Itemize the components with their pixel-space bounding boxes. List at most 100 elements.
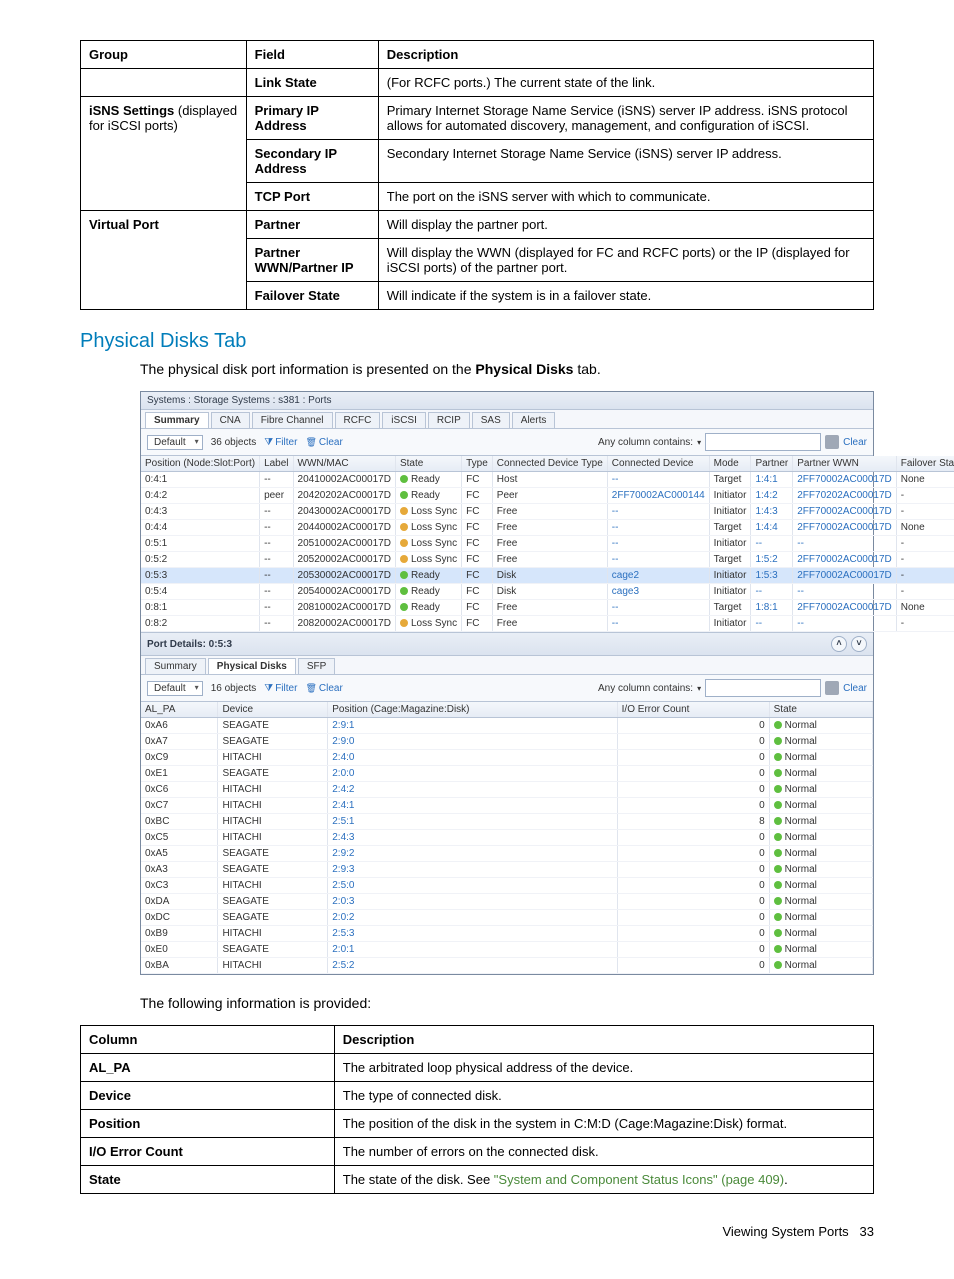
col-header[interactable]: State — [769, 702, 872, 718]
view-dropdown[interactable]: Default — [147, 435, 203, 450]
col-header[interactable]: Failover State — [896, 456, 954, 472]
table-row[interactable]: 0:8:1--20810002AC00017DReadyFCFree--Targ… — [141, 600, 954, 616]
th-desc2: Description — [334, 1026, 873, 1054]
disks-grid[interactable]: AL_PADevicePosition (Cage:Magazine:Disk)… — [141, 702, 873, 974]
xref-link[interactable]: "System and Component Status Icons" (pag… — [494, 1172, 784, 1187]
filter-link[interactable]: Filter — [264, 437, 297, 448]
detail-clear-search-link[interactable]: Clear — [843, 683, 867, 694]
coldesc-cell: The number of errors on the connected di… — [334, 1138, 873, 1166]
table-row[interactable]: 0:5:4--20540002AC00017DReadyFCDiskcage3I… — [141, 584, 954, 600]
colname-cell: Position — [81, 1110, 335, 1138]
clear-icon — [305, 683, 318, 694]
col-header[interactable]: Position (Cage:Magazine:Disk) — [328, 702, 617, 718]
col-header[interactable]: Partner WWN — [793, 456, 897, 472]
collapse-up-icon[interactable]: ˄ — [831, 636, 847, 652]
desc-cell: Will display the WWN (displayed for FC a… — [378, 239, 873, 282]
coldesc-cell: The arbitrated loop physical address of … — [334, 1054, 873, 1082]
section-heading: Physical Disks Tab — [80, 330, 874, 353]
group-field-table: Group Field Description Link State(For R… — [80, 40, 874, 310]
table-row[interactable]: 0xE1SEAGATE2:0:00Normal — [141, 766, 873, 782]
column-desc-table: Column Description AL_PAThe arbitrated l… — [80, 1025, 874, 1194]
table-row[interactable]: 0xBCHITACHI2:5:18Normal — [141, 814, 873, 830]
desc-cell: The port on the iSNS server with which t… — [378, 183, 873, 211]
tab-physical-disks[interactable]: Physical Disks — [208, 658, 296, 674]
group-cell — [81, 69, 247, 97]
colname-cell: Device — [81, 1082, 335, 1110]
table-row[interactable]: 0:4:4--20440002AC00017DLoss SyncFCFree--… — [141, 520, 954, 536]
tab-cna[interactable]: CNA — [211, 412, 250, 428]
table-row[interactable]: 0xDCSEAGATE2:0:20Normal — [141, 910, 873, 926]
detail-view-dropdown[interactable]: Default — [147, 681, 203, 696]
col-header[interactable]: Position (Node:Slot:Port) — [141, 456, 260, 472]
collapse-down-icon[interactable]: ˅ — [851, 636, 867, 652]
table-row[interactable]: 0:4:3--20430002AC00017DLoss SyncFCFree--… — [141, 504, 954, 520]
table-row[interactable]: 0:8:2--20820002AC00017DLoss SyncFCFree--… — [141, 616, 954, 632]
desc-cell: Will indicate if the system is in a fail… — [378, 282, 873, 310]
table-row[interactable]: 0:5:2--20520002AC00017DLoss SyncFCFree--… — [141, 552, 954, 568]
desc-cell: Secondary Internet Storage Name Service … — [378, 140, 873, 183]
detail-filter-link[interactable]: Filter — [264, 683, 297, 694]
table-row[interactable]: 0xC5HITACHI2:4:30Normal — [141, 830, 873, 846]
tab-rcfc[interactable]: RCFC — [335, 412, 381, 428]
table-row[interactable]: 0xC3HITACHI2:5:00Normal — [141, 878, 873, 894]
table-row[interactable]: 0xC9HITACHI2:4:00Normal — [141, 750, 873, 766]
table-row[interactable]: 0xC7HITACHI2:4:10Normal — [141, 798, 873, 814]
speech-icon[interactable] — [825, 681, 839, 695]
table-row[interactable]: 0xB9HITACHI2:5:30Normal — [141, 926, 873, 942]
field-cell: TCP Port — [246, 183, 378, 211]
intro-text-1: The physical disk port information is pr… — [140, 361, 874, 377]
colname-cell: State — [81, 1166, 335, 1194]
tab-iscsi[interactable]: iSCSI — [382, 412, 426, 428]
table-row[interactable]: 0xBAHITACHI2:5:20Normal — [141, 958, 873, 974]
colname-cell: I/O Error Count — [81, 1138, 335, 1166]
tab-sfp[interactable]: SFP — [298, 658, 335, 674]
col-header[interactable]: AL_PA — [141, 702, 218, 718]
col-header[interactable]: Mode — [709, 456, 751, 472]
detail-search-input[interactable] — [705, 679, 821, 697]
tab-alerts[interactable]: Alerts — [512, 412, 556, 428]
speech-icon[interactable] — [825, 435, 839, 449]
group-cell: Virtual Port — [81, 211, 247, 310]
col-header[interactable]: Connected Device — [607, 456, 709, 472]
col-header[interactable]: Partner — [751, 456, 793, 472]
col-header[interactable]: Device — [218, 702, 328, 718]
col-header[interactable]: State — [395, 456, 461, 472]
table-row[interactable]: 0:5:1--20510002AC00017DLoss SyncFCFree--… — [141, 536, 954, 552]
desc-cell: Will display the partner port. — [378, 211, 873, 239]
tab-fibre-channel[interactable]: Fibre Channel — [252, 412, 333, 428]
table-row[interactable]: 0xC6HITACHI2:4:20Normal — [141, 782, 873, 798]
col-header[interactable]: I/O Error Count — [617, 702, 769, 718]
search-input[interactable] — [705, 433, 821, 451]
table-row[interactable]: 0xA3SEAGATE2:9:30Normal — [141, 862, 873, 878]
col-header[interactable]: WWN/MAC — [293, 456, 395, 472]
coldesc-cell: The type of connected disk. — [334, 1082, 873, 1110]
col-header[interactable]: Label — [260, 456, 293, 472]
intro-text-2: The following information is provided: — [140, 995, 874, 1011]
table-row[interactable]: 0xA5SEAGATE2:9:20Normal — [141, 846, 873, 862]
ports-grid[interactable]: Position (Node:Slot:Port)LabelWWN/MACSta… — [141, 456, 954, 632]
tab-summary[interactable]: Summary — [145, 412, 209, 428]
clear-link[interactable]: Clear — [305, 437, 342, 448]
col-header[interactable]: Type — [462, 456, 493, 472]
desc-cell: Primary Internet Storage Name Service (i… — [378, 97, 873, 140]
table-row[interactable]: 0:5:3--20530002AC00017DReadyFCDiskcage2I… — [141, 568, 954, 584]
detail-object-count: 16 objects — [211, 683, 257, 694]
detail-any-col-label: Any column contains: — [598, 683, 693, 694]
th-desc: Description — [378, 41, 873, 69]
detail-tabs: SummaryPhysical DisksSFP — [141, 656, 873, 675]
table-row[interactable]: 0xA6SEAGATE2:9:10Normal — [141, 718, 873, 734]
tab-summary[interactable]: Summary — [145, 658, 206, 674]
field-cell: Partner WWN/Partner IP — [246, 239, 378, 282]
tab-sas[interactable]: SAS — [472, 412, 510, 428]
table-row[interactable]: 0xA7SEAGATE2:9:00Normal — [141, 734, 873, 750]
detail-clear-link[interactable]: Clear — [305, 683, 342, 694]
filter-icon — [264, 437, 275, 448]
table-row[interactable]: 0xE0SEAGATE2:0:10Normal — [141, 942, 873, 958]
tab-rcip[interactable]: RCIP — [428, 412, 470, 428]
col-header[interactable]: Connected Device Type — [492, 456, 607, 472]
table-row[interactable]: 0:4:1--20410002AC00017DReadyFCHost--Targ… — [141, 472, 954, 488]
table-row[interactable]: 0:4:2peer20420202AC00017DReadyFCPeer2FF7… — [141, 488, 954, 504]
table-row[interactable]: 0xDASEAGATE2:0:30Normal — [141, 894, 873, 910]
clear-search-link[interactable]: Clear — [843, 437, 867, 448]
any-col-label: Any column contains: — [598, 437, 693, 448]
